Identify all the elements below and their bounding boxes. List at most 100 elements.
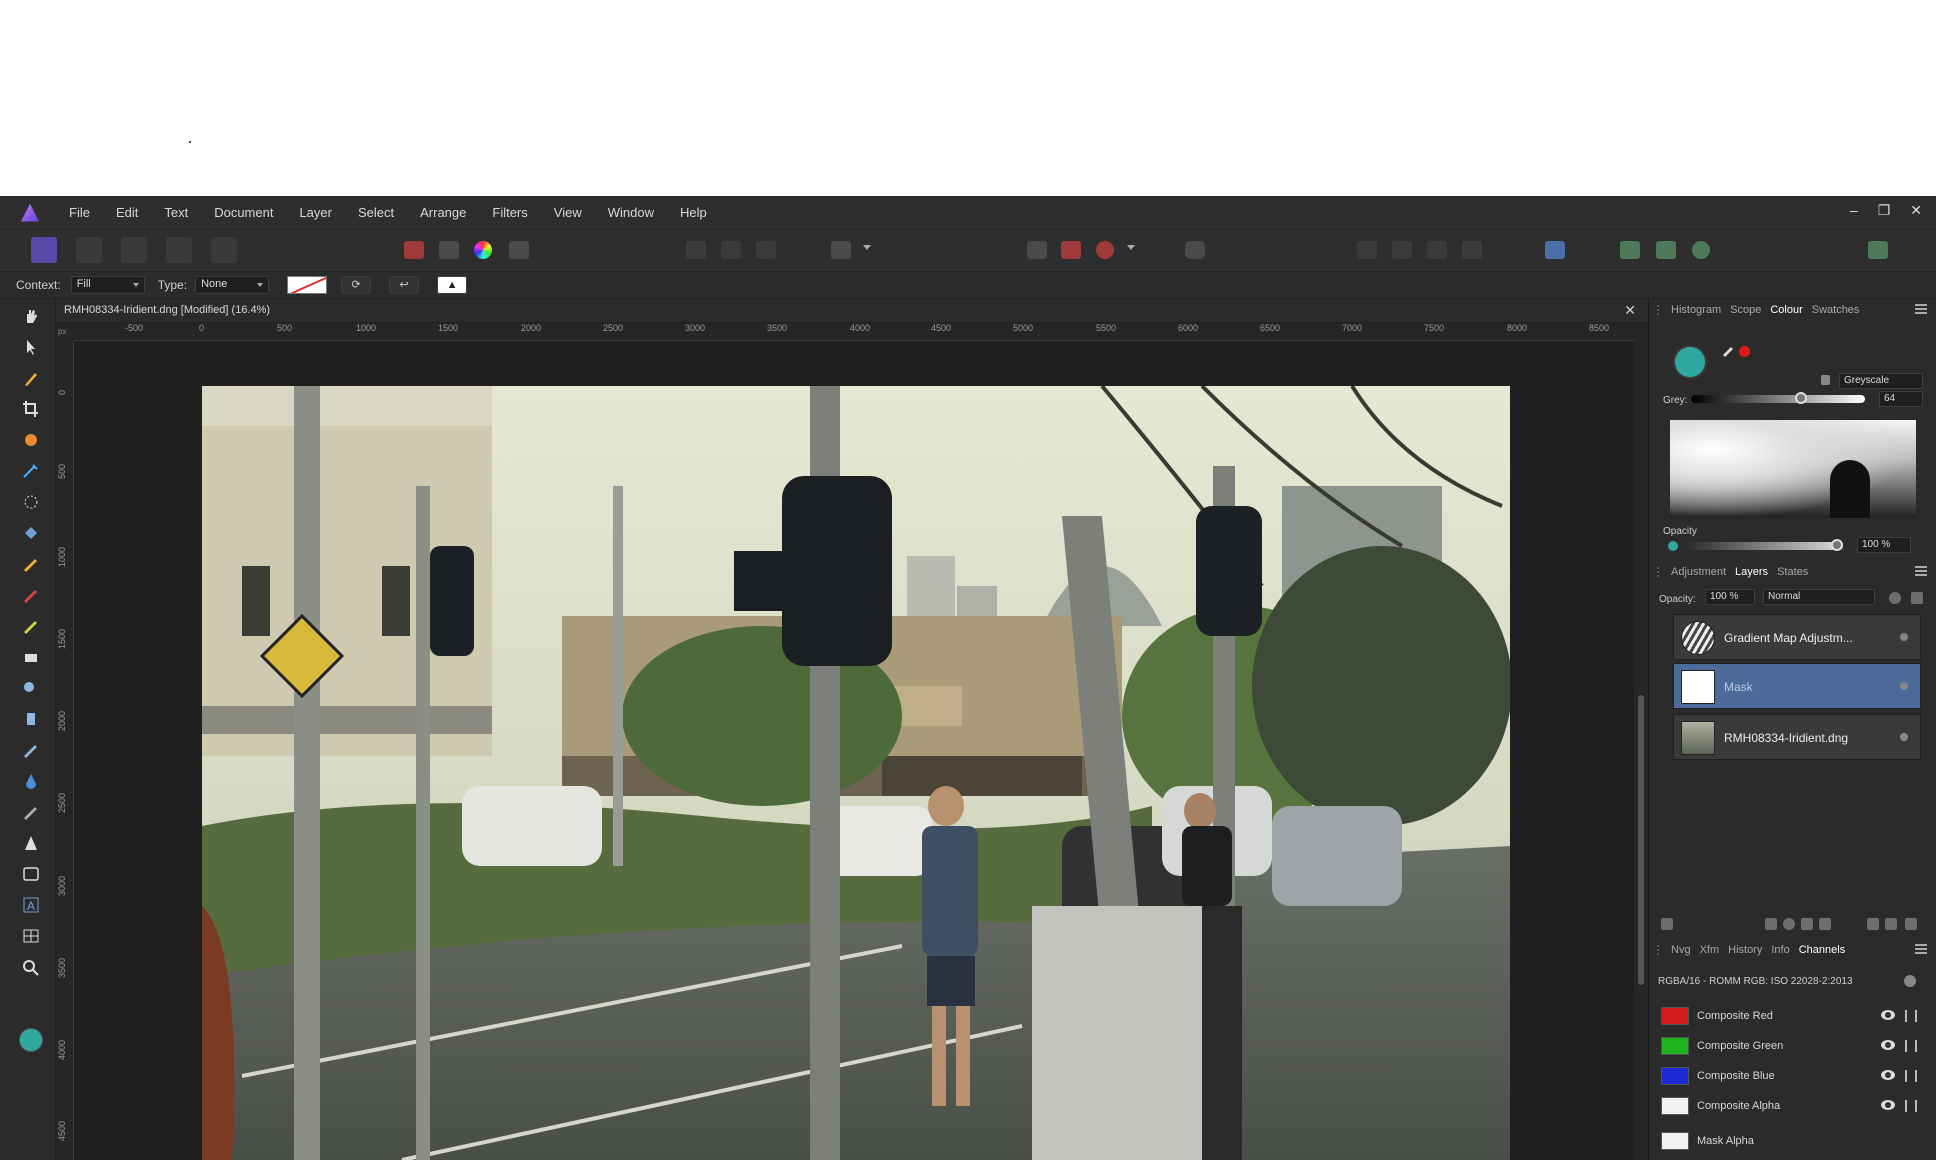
colour-box[interactable] — [1670, 420, 1916, 518]
levels-icon[interactable] — [404, 241, 424, 259]
current-colour-swatch[interactable] — [1673, 345, 1707, 379]
menu-select[interactable]: Select — [358, 205, 394, 220]
panel-menu-icon[interactable] — [1915, 944, 1927, 954]
scrollbar-thumb[interactable] — [1638, 695, 1644, 985]
marquee-icon[interactable] — [21, 493, 41, 511]
zoom-icon[interactable] — [21, 958, 41, 976]
lock-icon[interactable] — [1821, 375, 1830, 385]
tone-mapping-persona-icon[interactable] — [166, 237, 192, 263]
opacity-value-field[interactable]: 100 % — [1857, 537, 1911, 553]
auto-contrast-icon[interactable] — [509, 241, 529, 259]
primary-colour-well[interactable] — [19, 1028, 43, 1052]
white-balance-icon[interactable] — [439, 241, 459, 259]
tab-histogram[interactable]: Histogram — [1671, 304, 1721, 316]
eye-icon[interactable] — [1881, 1100, 1895, 1110]
channel-row[interactable]: Composite Alpha — [1649, 1091, 1936, 1121]
channel-row[interactable]: Composite Blue — [1649, 1061, 1936, 1091]
tab-info[interactable]: Info — [1771, 944, 1789, 956]
photo-persona-icon[interactable] — [31, 237, 57, 263]
menu-arrange[interactable]: Arrange — [420, 205, 466, 220]
picked-colour-dot[interactable] — [1739, 346, 1750, 357]
select-all-icon[interactable] — [686, 241, 706, 259]
menu-text[interactable]: Text — [164, 205, 188, 220]
swap-icon[interactable]: ⟳ — [341, 276, 372, 294]
type-select[interactable]: None — [195, 276, 270, 294]
force-pixel-alignment-icon[interactable] — [1061, 241, 1081, 259]
channel-options-icon[interactable] — [1905, 1100, 1917, 1112]
mask-layer-icon[interactable] — [1765, 918, 1777, 930]
layer-visibility-dot[interactable] — [1900, 733, 1908, 741]
menu-document[interactable]: Document — [214, 205, 273, 220]
tab-scope[interactable]: Scope — [1730, 304, 1761, 316]
adjustment-icon[interactable] — [1783, 918, 1795, 930]
channel-options-icon[interactable] — [1905, 1010, 1917, 1022]
artistic-text-icon[interactable]: A — [21, 896, 41, 914]
clone-brush-icon[interactable] — [21, 710, 41, 728]
eye-icon[interactable] — [1881, 1040, 1895, 1050]
channel-options-icon[interactable] — [1905, 1070, 1917, 1082]
menu-view[interactable]: View — [554, 205, 582, 220]
smudge-brush-icon[interactable] — [21, 803, 41, 821]
boolean-intersect-icon[interactable] — [1692, 241, 1710, 259]
tab-navigator[interactable]: Nvg — [1671, 944, 1691, 956]
snapping-icon[interactable] — [1027, 241, 1047, 259]
revert-icon[interactable]: ↩ — [389, 276, 420, 294]
panel-menu-icon[interactable] — [1915, 304, 1927, 314]
export-persona-icon[interactable] — [211, 237, 237, 263]
live-filter-icon[interactable] — [1801, 918, 1813, 930]
layer-row-gradient-map[interactable]: Gradient Map Adjustm... — [1673, 614, 1921, 660]
blend-mode-select[interactable]: Normal — [1763, 589, 1875, 605]
crop-icon[interactable] — [21, 400, 41, 418]
grey-value-field[interactable]: 64 — [1879, 391, 1923, 407]
tab-transform[interactable]: Xfm — [1700, 944, 1720, 956]
dodge-brush-icon[interactable] — [21, 648, 41, 666]
deselect-icon[interactable] — [721, 241, 741, 259]
chevron-down-icon[interactable] — [1127, 245, 1135, 250]
account-icon[interactable] — [1868, 241, 1888, 259]
add-layer-icon[interactable] — [1885, 918, 1897, 930]
layer-visibility-dot[interactable] — [1900, 633, 1908, 641]
tab-states[interactable]: States — [1777, 566, 1808, 578]
align-icon[interactable] — [1545, 241, 1565, 259]
vertical-scrollbar[interactable] — [1634, 323, 1648, 1160]
grey-slider[interactable] — [1691, 392, 1865, 404]
view-hand-icon[interactable] — [21, 307, 41, 325]
chevron-down-icon[interactable] — [863, 245, 871, 250]
paint-brush-icon[interactable] — [21, 555, 41, 573]
channel-row[interactable]: Mask Alpha — [1649, 1126, 1936, 1156]
photo-image[interactable] — [202, 386, 1510, 1160]
fill-swatch-none[interactable] — [287, 276, 328, 294]
rectangle-icon[interactable] — [21, 865, 41, 883]
context-select[interactable]: Fill — [70, 276, 145, 294]
panel-grip-icon[interactable] — [1657, 945, 1663, 955]
document-tab[interactable]: RMH08334-Iridient.dng [Modified] (16.4%)… — [56, 299, 1648, 323]
opacity-slider[interactable] — [1687, 539, 1843, 551]
delete-layer-icon[interactable] — [1905, 918, 1917, 930]
develop-persona-icon[interactable] — [121, 237, 147, 263]
invert-selection-icon[interactable] — [756, 241, 776, 259]
panel-grip-icon[interactable] — [1657, 305, 1663, 315]
channel-row[interactable]: Composite Green — [1649, 1031, 1936, 1061]
menu-edit[interactable]: Edit — [116, 205, 138, 220]
layer-row-mask[interactable]: Mask — [1673, 663, 1921, 709]
panel-grip-icon[interactable] — [1657, 567, 1663, 577]
healing-brush-icon[interactable] — [21, 741, 41, 759]
layer-opacity-field[interactable]: 100 % — [1705, 589, 1755, 605]
grey-slider-knob[interactable] — [1794, 392, 1807, 404]
boolean-add-icon[interactable] — [1620, 241, 1640, 259]
group-icon[interactable] — [1867, 918, 1879, 930]
panel-menu-icon[interactable] — [1915, 566, 1927, 576]
colour-picker-icon[interactable] — [1721, 343, 1735, 357]
liquify-persona-icon[interactable] — [76, 237, 102, 263]
eye-icon[interactable] — [1881, 1010, 1895, 1020]
tab-layers[interactable]: Layers — [1735, 566, 1768, 578]
layer-row-image[interactable]: RMH08334-Iridient.dng — [1673, 714, 1921, 760]
color-picker-icon[interactable] — [21, 369, 41, 387]
restore-button[interactable]: ❐ — [1878, 202, 1891, 219]
color-replacement-brush-icon[interactable] — [21, 586, 41, 604]
tab-colour[interactable]: Colour — [1770, 304, 1802, 316]
layer-visibility-dot[interactable] — [1900, 682, 1908, 690]
hsl-icon[interactable] — [474, 241, 492, 259]
snapping-magnet-icon[interactable] — [1096, 241, 1114, 259]
menu-layer[interactable]: Layer — [299, 205, 332, 220]
